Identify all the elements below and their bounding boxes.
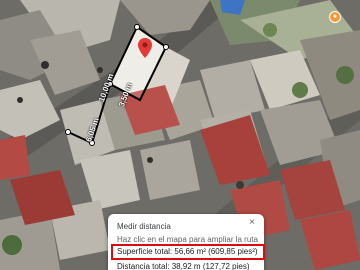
card-hint: Haz clic en el mapa para ampliar la ruta bbox=[117, 235, 258, 244]
vertex-point bbox=[163, 44, 169, 50]
location-pin-icon[interactable] bbox=[138, 38, 152, 58]
orange-food-icon[interactable]: ● bbox=[329, 11, 341, 23]
vertex-point bbox=[65, 129, 71, 135]
measure-distance-card: × Medir distancia Haz clic en el mapa pa… bbox=[108, 214, 265, 270]
card-title: Medir distancia bbox=[117, 222, 171, 231]
close-icon[interactable]: × bbox=[246, 217, 258, 229]
satellite-map[interactable]: 10,00 m 3,50 m 6,05 m ● × Medir distanci… bbox=[0, 0, 360, 270]
vertex-point bbox=[134, 24, 140, 30]
total-distance: Distancia total: 38,92 m (127,72 pies) bbox=[117, 262, 250, 270]
total-area-highlight: Superficie total: 56,66 m² (609,85 pies²… bbox=[111, 244, 265, 260]
